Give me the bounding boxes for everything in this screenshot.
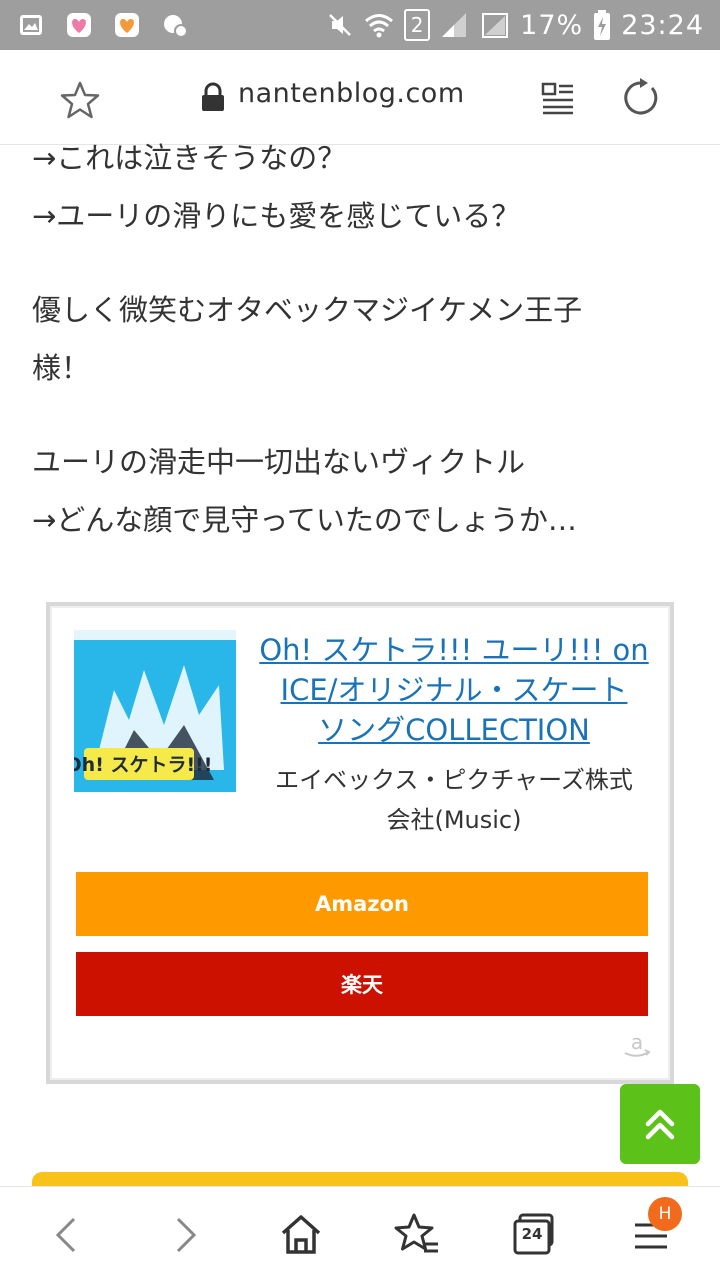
product-card-inner: Oh! スケトラ!!! Oh! スケトラ!!! ユーリ!!! on ICE/オリ… (50, 606, 670, 1080)
signal-icon-2 (482, 13, 509, 38)
article-line: 優しく微笑むオタベックマジイケメン王子 (32, 293, 583, 327)
tabs-button[interactable]: 24 (510, 1211, 558, 1259)
double-chevron-up-icon (645, 1109, 675, 1140)
signal-icon (442, 13, 467, 37)
battery-charging-icon (594, 10, 611, 40)
clock: 23:24 (621, 9, 704, 41)
svg-text:a: a (631, 1030, 643, 1054)
wifi-icon (365, 14, 394, 38)
heart-app-icon (67, 13, 91, 37)
gallery-icon (20, 15, 42, 35)
product-maker-line: 会社(Music) (386, 806, 522, 834)
lock-icon (202, 82, 224, 111)
mute-icon (329, 14, 352, 36)
menu-notification-badge: H (648, 1197, 682, 1231)
rakuten-button[interactable]: 楽天 (76, 952, 648, 1016)
product-title-line[interactable]: ICE/オリジナル・スケート (252, 670, 656, 710)
article-line: 様！ (32, 351, 91, 385)
product-title-line[interactable]: Oh! スケトラ!!! ユーリ!!! on (252, 630, 656, 670)
reload-icon[interactable] (618, 76, 662, 120)
reader-mode-icon[interactable] (540, 80, 576, 116)
product-maker-line: エイベックス・ピクチャーズ株式 (275, 766, 633, 794)
back-icon[interactable] (44, 1211, 92, 1259)
album-cover-image[interactable]: Oh! スケトラ!!! (74, 630, 236, 792)
article-line: →ユーリの滑りにも愛を感じている？ (32, 199, 521, 233)
product-card: Oh! スケトラ!!! Oh! スケトラ!!! ユーリ!!! on ICE/オリ… (46, 602, 674, 1084)
album-cover-title: Oh! スケトラ!!! (74, 754, 212, 776)
amazon-logo-icon: a (624, 1030, 651, 1057)
product-title-line[interactable]: ソングCOLLECTION (252, 710, 656, 750)
status-right-icons: 2 17% 23:24 (326, 6, 704, 44)
article-line: →どんな顔で見守っていたのでしょうか… (32, 503, 577, 537)
article-body: →これは泣きそうなの？ →ユーリの滑りにも愛を感じている？ 優しく微笑むオタベッ… (32, 141, 692, 549)
bottom-navigation: 24 (0, 1186, 720, 1281)
home-icon[interactable] (277, 1211, 325, 1259)
product-maker: エイベックス・ピクチャーズ株式 会社(Music) (252, 760, 656, 840)
url-text[interactable]: nantenblog.com (238, 78, 465, 109)
tab-count: 24 (521, 1225, 543, 1243)
battery-percent: 17% (520, 9, 584, 41)
product-title-link[interactable]: Oh! スケトラ!!! ユーリ!!! on ICE/オリジナル・スケート ソング… (252, 630, 656, 750)
status-left-icons (18, 8, 188, 42)
bookmarks-star-icon[interactable] (394, 1211, 442, 1259)
article-line: →これは泣きそうなの？ (32, 141, 347, 175)
sim-slot-indicator: 2 (404, 9, 431, 41)
scroll-to-top-button[interactable] (620, 1084, 700, 1164)
amazon-button[interactable]: Amazon (76, 872, 648, 936)
bookmark-star-icon[interactable] (60, 80, 100, 120)
forward-icon[interactable] (160, 1211, 208, 1259)
heart-app-icon-2 (115, 13, 139, 37)
chat-notification-icon (164, 15, 188, 38)
article-line: ユーリの滑走中一切出ないヴィクトル (32, 445, 526, 479)
status-bar: 2 17% 23:24 (0, 0, 720, 50)
